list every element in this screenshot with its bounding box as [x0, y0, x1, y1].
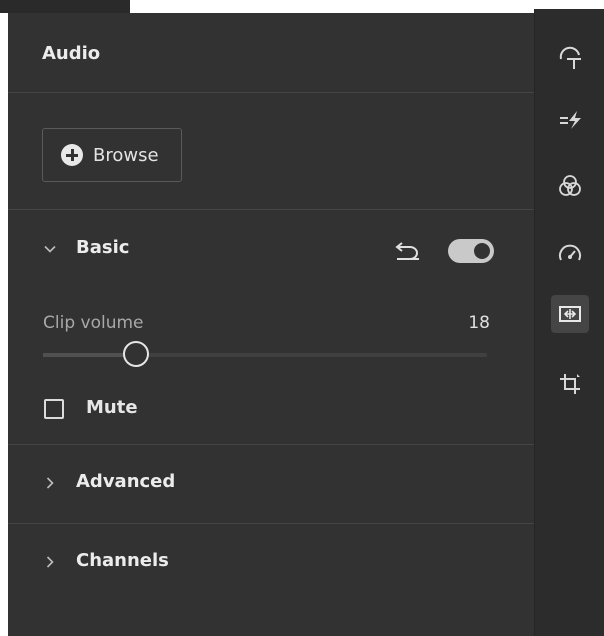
basic-enable-toggle[interactable] [448, 239, 494, 263]
panel-title: Audio [42, 43, 101, 64]
color-icon[interactable] [551, 167, 589, 205]
plus-circle-icon [61, 144, 83, 166]
clip-volume-slider[interactable] [43, 341, 487, 367]
slider-fill [43, 353, 137, 357]
channels-label: Channels [76, 550, 169, 571]
audio-panel: Audio Browse Basic Clip volume 18 Mute A… [8, 13, 534, 636]
advanced-label: Advanced [76, 471, 176, 492]
mute-checkbox[interactable] [44, 399, 64, 419]
browse-section: Browse [8, 94, 534, 210]
chevron-down-icon [44, 245, 56, 253]
panel-header: Audio [8, 13, 534, 93]
speed-effects-icon[interactable] [551, 101, 589, 139]
slider-thumb[interactable] [123, 341, 150, 367]
browse-button[interactable]: Browse [42, 128, 182, 182]
clip-volume-label: Clip volume [43, 313, 144, 333]
channels-header[interactable]: Channels [8, 542, 534, 582]
clip-volume-value: 18 [468, 313, 490, 333]
advanced-header[interactable]: Advanced [8, 463, 534, 503]
toggle-knob [474, 243, 490, 259]
browse-label: Browse [93, 144, 159, 166]
top-background [130, 0, 604, 9]
advanced-section: Advanced [8, 445, 534, 524]
audio-icon[interactable] [551, 295, 589, 333]
tool-rail [534, 9, 604, 636]
mute-label: Mute [86, 397, 138, 418]
text-icon[interactable] [551, 39, 589, 77]
chevron-right-icon [46, 556, 54, 568]
basic-label: Basic [76, 237, 130, 258]
top-tab-strip [0, 0, 130, 13]
crop-icon[interactable] [551, 365, 589, 403]
chevron-right-icon [46, 477, 54, 489]
reset-icon[interactable] [394, 239, 422, 261]
speed-gauge-icon[interactable] [551, 235, 589, 273]
